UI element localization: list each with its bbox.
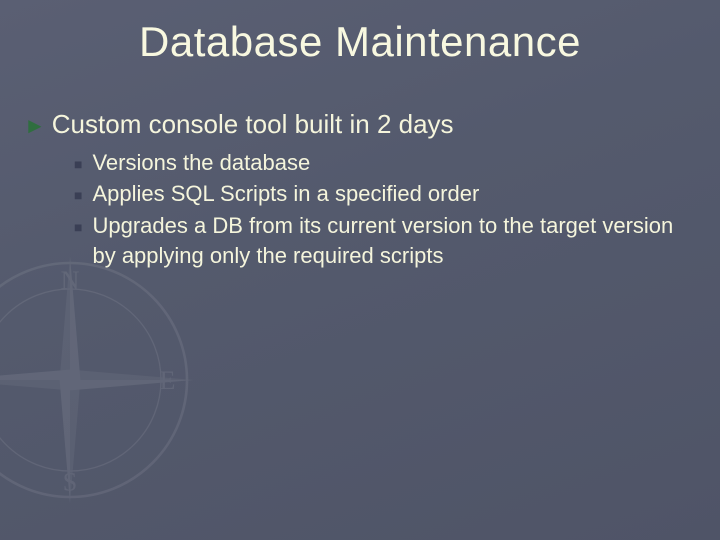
square-bullet-icon: ■ — [74, 186, 82, 205]
square-bullet-icon: ■ — [74, 218, 82, 237]
bullet-level-2: ■ Versions the database — [74, 148, 680, 178]
bullet-level-1: ► Custom console tool built in 2 days — [24, 108, 680, 142]
triangle-bullet-icon: ► — [24, 112, 46, 141]
bullet-level-2: ■ Upgrades a DB from its current version… — [74, 211, 680, 270]
slide-title: Database Maintenance — [0, 18, 720, 66]
bullet-text: Versions the database — [92, 148, 680, 178]
svg-text:S: S — [63, 468, 77, 497]
bullet-text: Upgrades a DB from its current version t… — [92, 211, 680, 270]
sub-bullet-list: ■ Versions the database ■ Applies SQL Sc… — [74, 148, 680, 271]
compass-rose-decoration: N S E W — [0, 250, 200, 510]
bullet-text: Applies SQL Scripts in a specified order — [92, 179, 680, 209]
slide: N S E W Database Maintenance ► Custom co… — [0, 0, 720, 540]
slide-body: ► Custom console tool built in 2 days ■ … — [24, 108, 680, 273]
square-bullet-icon: ■ — [74, 155, 82, 174]
bullet-text: Custom console tool built in 2 days — [52, 108, 454, 142]
svg-text:E: E — [160, 366, 176, 395]
bullet-level-2: ■ Applies SQL Scripts in a specified ord… — [74, 179, 680, 209]
